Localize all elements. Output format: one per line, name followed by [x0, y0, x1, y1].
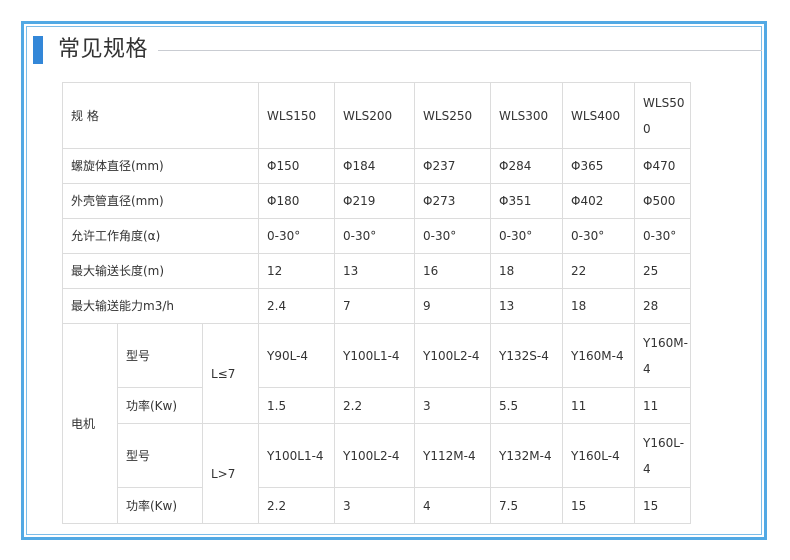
- table-row: 最大输送能力m3/h 2.4 7 9 13 18 28: [61, 288, 692, 324]
- table-cell: 25: [634, 253, 692, 289]
- table-cell: Y160L-4: [562, 423, 636, 488]
- section-title: 常见规格: [58, 37, 149, 62]
- table-cell: 11: [634, 387, 692, 424]
- title-accent-bar: [33, 36, 43, 64]
- row-label: 最大输送能力m3/h: [61, 288, 260, 324]
- table-cell: Φ402: [562, 183, 636, 219]
- table-cell: 9: [414, 288, 492, 324]
- table-row: 螺旋体直径(mm) Φ150 Φ184 Φ237 Φ284 Φ365 Φ470: [61, 148, 692, 184]
- table-cell: 0-30°: [258, 218, 336, 254]
- table-cell: 7.5: [490, 487, 564, 524]
- table-cell: Y160M-4: [562, 323, 636, 388]
- row-label: 最大输送长度(m): [61, 253, 260, 289]
- table-cell: 2.4: [258, 288, 336, 324]
- table-cell: Φ180: [258, 183, 336, 219]
- table-cell: 5.5: [490, 387, 564, 424]
- header-label: 规 格: [61, 82, 260, 149]
- table-cell: Φ470: [634, 148, 692, 184]
- table-row: 允许工作角度(α) 0-30° 0-30° 0-30° 0-30° 0-30° …: [61, 218, 692, 254]
- table-row-motor-model: 型号 L>7 Y100L1-4 Y100L2-4 Y112M-4 Y132M-4…: [63, 423, 692, 524]
- table-cell: Φ284: [490, 148, 564, 184]
- table-cell: 2.2: [258, 487, 336, 524]
- table-cell: Y100L1-4: [334, 323, 416, 388]
- table-cell: 3: [334, 487, 416, 524]
- table-cell: Y100L1-4: [258, 423, 336, 488]
- table-cell: Φ237: [414, 148, 492, 184]
- table-cell: Y132M-4: [490, 423, 564, 488]
- table-cell: 0-30°: [562, 218, 636, 254]
- table-cell: 0-30°: [490, 218, 564, 254]
- table-cell: 16: [414, 253, 492, 289]
- table-cell: 3: [414, 387, 492, 424]
- table-cell: 18: [562, 288, 636, 324]
- table-cell: Y100L2-4: [414, 323, 492, 388]
- table-cell: 28: [634, 288, 692, 324]
- model-cell: WLS300: [490, 82, 564, 149]
- motor-model-label: 型号: [117, 323, 203, 388]
- table-cell: 13: [334, 253, 416, 289]
- motor-label: 电机: [62, 323, 118, 524]
- row-label: 外壳管直径(mm): [61, 183, 260, 219]
- motor-power-label: 功率(Kw): [117, 487, 203, 524]
- row-label: 螺旋体直径(mm): [61, 148, 260, 184]
- table-cell: Y160M-4: [634, 323, 692, 388]
- table-row: 外壳管直径(mm) Φ180 Φ219 Φ273 Φ351 Φ402 Φ500: [61, 183, 692, 219]
- table-row-motor-power: 功率(Kw) 1.5 2.2 3 5.5 11 11: [63, 387, 692, 424]
- table-cell: Φ273: [414, 183, 492, 219]
- table-cell: Y90L-4: [258, 323, 336, 388]
- model-cell: WLS250: [414, 82, 492, 149]
- motor-condition: L≤7: [201, 323, 260, 424]
- model-cell: WLS400: [562, 82, 636, 149]
- motor-condition: L>7: [201, 423, 260, 524]
- table-cell: Y132S-4: [490, 323, 564, 388]
- table-cell: Φ150: [258, 148, 336, 184]
- table-cell: 15: [634, 487, 692, 524]
- table-cell: 22: [562, 253, 636, 289]
- model-cell: WLS150: [258, 82, 336, 149]
- table-cell: Φ365: [562, 148, 636, 184]
- table-cell: 0-30°: [334, 218, 416, 254]
- spec-table: 规 格 WLS150 WLS200 WLS250 WLS300 WLS400 W…: [61, 82, 692, 524]
- table-cell: 13: [490, 288, 564, 324]
- table-cell: Y160L-4: [634, 423, 692, 488]
- table-cell: 2.2: [334, 387, 416, 424]
- table-cell: 7: [334, 288, 416, 324]
- table-cell: 12: [258, 253, 336, 289]
- table-cell: Y100L2-4: [334, 423, 416, 488]
- model-cell: WLS200: [334, 82, 416, 149]
- table-row-motor-model: 电机 型号 L≤7 Y90L-4 Y100L1-4 Y100L2-4 Y132S…: [62, 323, 692, 524]
- title-divider: [158, 50, 762, 51]
- table-cell: 0-30°: [414, 218, 492, 254]
- table-cell: Φ184: [334, 148, 416, 184]
- table-cell: Y112M-4: [414, 423, 492, 488]
- table-cell: Φ500: [634, 183, 692, 219]
- table-row-header: 规 格 WLS150 WLS200 WLS250 WLS300 WLS400 W…: [61, 82, 692, 149]
- table-cell: Φ219: [334, 183, 416, 219]
- table-cell: 1.5: [258, 387, 336, 424]
- table-row: 最大输送长度(m) 12 13 16 18 22 25: [61, 253, 692, 289]
- table-cell: 11: [562, 387, 636, 424]
- motor-model-label: 型号: [117, 423, 203, 488]
- table-row-motor-power: 功率(Kw) 2.2 3 4 7.5 15 15: [63, 487, 692, 524]
- table-cell: Φ351: [490, 183, 564, 219]
- table-cell: 4: [414, 487, 492, 524]
- table-cell: 18: [490, 253, 564, 289]
- table-cell: 15: [562, 487, 636, 524]
- row-label: 允许工作角度(α): [61, 218, 260, 254]
- motor-power-label: 功率(Kw): [117, 387, 203, 424]
- model-cell: WLS500: [634, 82, 692, 149]
- table-cell: 0-30°: [634, 218, 692, 254]
